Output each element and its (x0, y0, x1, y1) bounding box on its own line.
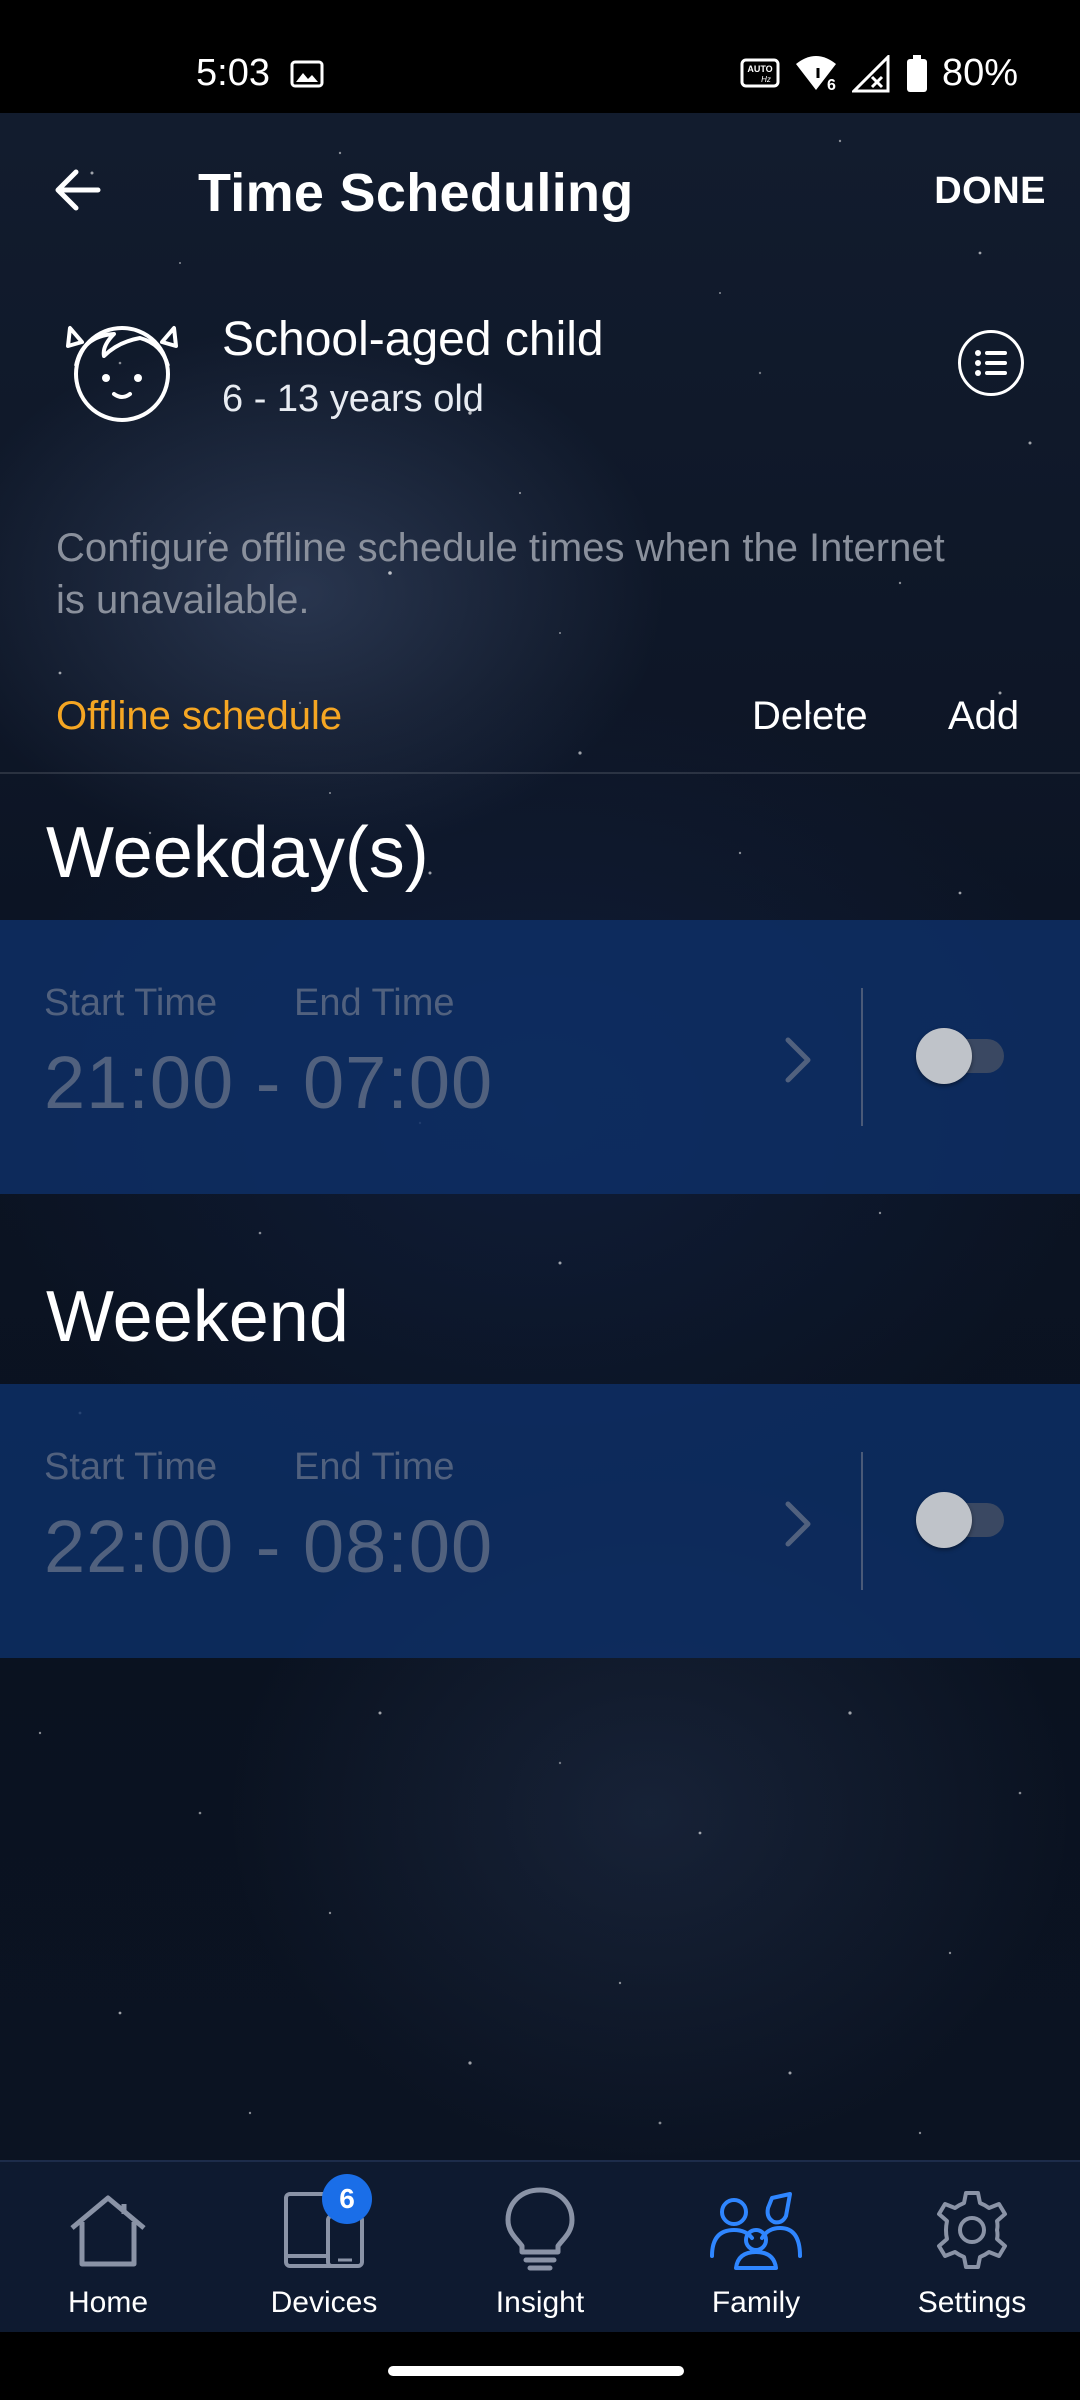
back-button[interactable] (48, 160, 108, 220)
svg-text:AUTO: AUTO (747, 64, 772, 74)
toggle-knob (916, 1028, 972, 1084)
offline-schedule-label: Offline schedule (56, 694, 343, 738)
delete-button[interactable]: Delete (752, 694, 868, 739)
schedule-time-range: 22:00 - 08:00 (44, 1505, 494, 1588)
arrow-left-icon (55, 169, 101, 211)
gear-icon (922, 2184, 1022, 2276)
nav-label-family: Family (711, 2286, 801, 2319)
done-button[interactable]: DONE (934, 170, 1046, 213)
toggle-knob (916, 1492, 972, 1548)
weekend-toggle[interactable] (916, 1492, 1006, 1548)
page-title: Time Scheduling (198, 163, 634, 223)
lightbulb-icon (490, 2184, 590, 2276)
battery-percent: 80% (941, 52, 1018, 94)
home-gesture-bar[interactable] (388, 2366, 684, 2376)
divider (0, 772, 1080, 774)
bottom-navigation: Home Devices Insight Family Settings (0, 2160, 1080, 2332)
wifi-6-icon: 6 (795, 55, 836, 94)
chevron-right-icon[interactable] (778, 1496, 818, 1552)
description-text: Configure offline schedule times when th… (56, 526, 945, 622)
schedule-time-range: 21:00 - 07:00 (44, 1041, 494, 1124)
devices-count-badge: 6 (322, 2174, 372, 2224)
weekend-group-title: Weekend (46, 1277, 349, 1357)
screen: 5:03 AUTO Hz 6 80% Time Scheduling DONE … (0, 0, 1080, 2400)
end-time-label: End Time (294, 1446, 455, 1488)
end-time-label: End Time (294, 982, 455, 1024)
weekday-schedule-card[interactable]: Start Time End Time 21:00 - 07:00 (0, 920, 1080, 1194)
weekend-schedule-card[interactable]: Start Time End Time 22:00 - 08:00 (0, 1384, 1080, 1658)
profile-menu-button[interactable] (958, 330, 1024, 396)
no-signal-icon (851, 54, 890, 92)
start-time-label: Start Time (44, 982, 218, 1024)
card-divider (861, 988, 863, 1126)
status-bar: 5:03 AUTO Hz 6 80% (0, 0, 1080, 113)
child-face-icon (66, 326, 178, 422)
weekday-toggle[interactable] (916, 1028, 1006, 1084)
chevron-right-icon[interactable] (778, 1032, 818, 1088)
home-icon (58, 2184, 158, 2276)
card-divider (861, 1452, 863, 1590)
nav-item-home[interactable]: Home (0, 2162, 216, 2334)
weekday-group-title: Weekday(s) (46, 813, 429, 893)
nav-label-devices: Devices (270, 2286, 378, 2319)
nav-item-insight[interactable]: Insight (432, 2162, 648, 2334)
status-icons: AUTO Hz 6 80% (740, 52, 1018, 95)
list-icon (975, 350, 1007, 376)
status-time: 5:03 (196, 52, 270, 94)
nav-item-family[interactable]: Family (648, 2162, 864, 2334)
battery-icon (906, 54, 927, 92)
nav-item-settings[interactable]: Settings (864, 2162, 1080, 2334)
nav-label-insight: Insight (495, 2286, 585, 2319)
gallery-icon (290, 60, 324, 88)
family-icon (706, 2184, 806, 2276)
profile-age-range: 6 - 13 years old (222, 378, 484, 420)
profile-name: School-aged child (222, 313, 604, 366)
svg-text:6: 6 (827, 77, 836, 94)
auto-hz-icon: AUTO Hz (740, 58, 780, 87)
svg-text:Hz: Hz (761, 75, 771, 84)
add-button[interactable]: Add (948, 694, 1019, 739)
start-time-label: Start Time (44, 1446, 218, 1488)
nav-label-home: Home (67, 2286, 149, 2319)
nav-label-settings: Settings (917, 2286, 1027, 2319)
